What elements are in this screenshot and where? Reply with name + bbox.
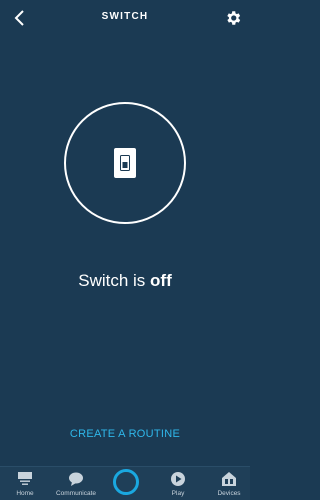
nav-label-home: Home [16,490,34,497]
chevron-left-icon [14,10,24,26]
nav-item-home[interactable]: Home [0,470,50,500]
status-prefix: Switch is [78,271,151,290]
device-status: Switch is off [0,271,250,291]
switch-device-screen: SWITCH Switch is off CREATE A ROUTINE Ho… [0,0,250,500]
switch-toggle-ring[interactable] [64,102,186,224]
light-switch-icon [114,148,136,178]
nav-label-devices: Devices [217,490,241,497]
chat-bubble-icon [67,470,85,488]
play-icon [169,470,187,488]
nav-label-play: Play [171,490,185,497]
nav-item-devices[interactable]: Devices [204,470,254,500]
nav-item-communicate[interactable]: Communicate [51,470,101,500]
status-value: off [150,271,172,290]
gear-icon [227,11,241,25]
alexa-ring-button[interactable] [113,469,139,495]
create-routine-link[interactable]: CREATE A ROUTINE [0,428,250,440]
page-title: SWITCH [101,11,149,22]
back-button[interactable] [10,8,30,28]
nav-item-play[interactable]: Play [153,470,203,500]
home-icon [16,470,34,488]
header: SWITCH [0,0,250,36]
nav-label-communicate: Communicate [55,490,97,497]
settings-button[interactable] [222,7,244,29]
devices-icon [220,470,238,488]
